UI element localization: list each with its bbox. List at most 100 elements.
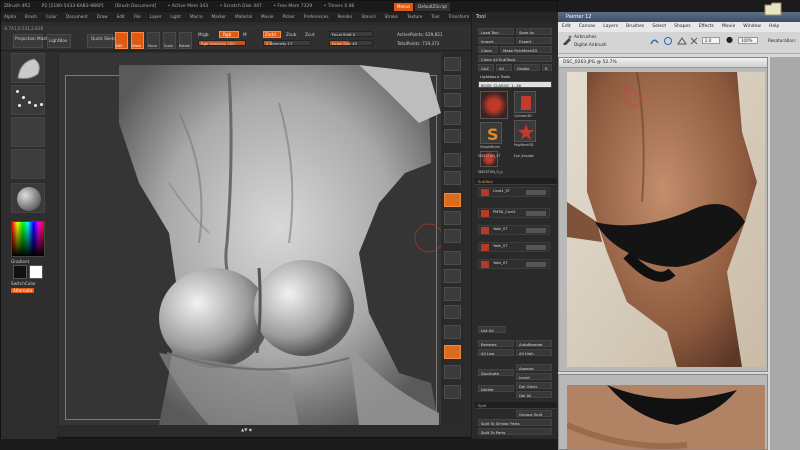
lightbox-tools-button[interactable]: Lightbox ▸ Tools [478,73,552,80]
menu-item-document[interactable]: Document [66,14,88,19]
persp-button[interactable] [444,153,461,167]
menu-item-movie[interactable]: Movie [261,14,273,19]
focal-shift-slider[interactable]: Focal Shift 0 [329,31,373,37]
menus-button[interactable]: Menus [394,3,414,11]
delete-button[interactable]: Delete [478,385,514,392]
subtool-row[interactable]: Yakk_ST [478,242,550,252]
del-other-button[interactable]: Del Other [516,382,552,389]
save-as-button[interactable]: Save As [516,28,552,35]
frame-button[interactable] [444,251,461,265]
subtool-row[interactable]: Yakk_ST [478,225,550,235]
menu-item-preferences[interactable]: Preferences [304,14,329,19]
painter-menu-item-edit[interactable]: Edit [562,24,571,29]
menu-item-material[interactable]: Material [235,14,252,19]
scale-view-button[interactable] [444,287,461,301]
import-button[interactable]: Import [478,37,514,44]
solo-button[interactable] [444,385,461,399]
menu-item-layer[interactable]: Layer [150,14,162,19]
clone-all-subtools-button[interactable]: Clone All SubTools [478,55,552,62]
load-tool-button[interactable]: Load Tool [478,28,514,35]
painter-menu-item-effects[interactable]: Effects [699,24,714,29]
ghost-button[interactable] [444,365,461,379]
autoreorder-button[interactable]: AutoReorder [516,340,552,347]
polyf-button[interactable] [444,325,461,339]
stroke-thumbnail[interactable] [11,85,45,115]
rgb-intensity-slider[interactable]: Rgb Intensity 100 [198,40,246,46]
tool-tile-simplebrush[interactable]: S [480,122,502,144]
all-low-button[interactable]: All Low [478,349,514,356]
subtool-section-header[interactable]: SubTool [475,178,557,185]
list-all-button[interactable]: List All [478,326,506,333]
menu-item-picker[interactable]: Picker [282,14,294,19]
menu-item-brush[interactable]: Brush [25,14,37,19]
local-button[interactable] [444,193,461,207]
transp-button[interactable] [444,345,461,359]
canvas-scroll-arrows[interactable]: ▲▼ ◆ [241,427,252,432]
del-all-button[interactable]: Del All [516,391,552,398]
reference-photo-2[interactable] [567,385,765,449]
xyz-button[interactable] [444,229,461,243]
menu-item-alpha[interactable]: Alpha [4,14,16,19]
tool-tile-polymesh[interactable] [514,120,536,142]
mrgb-toggle[interactable]: Mrgb [198,32,209,37]
subtool-row[interactable]: PM3D_Cord1 [478,208,550,218]
alternate-button[interactable]: Alternate [11,288,35,293]
aahalf-button[interactable] [444,129,461,143]
painter-menu-item-canvas[interactable]: Canvas [579,24,596,29]
menu-item-file[interactable]: File [134,14,141,19]
size-field[interactable]: 2.0 [702,37,720,44]
zbrush-canvas[interactable] [59,53,441,425]
brush-category-label[interactable]: Airbrushes [574,34,596,39]
visible-button[interactable]: Visible [514,64,540,71]
subtool-row[interactable]: Cord1_ST [478,187,550,197]
split-section-header[interactable]: Split [475,402,557,409]
switch-color-button[interactable]: SwitchColor [11,281,36,286]
zoom-button[interactable] [444,93,461,107]
actual-button[interactable] [444,111,461,125]
lsym-button[interactable] [444,211,461,225]
primary-color-swatch[interactable] [29,265,43,279]
menu-item-macro[interactable]: Macro [190,14,203,19]
make-polymesh-button[interactable]: Make PolyMesh3D [500,46,552,53]
goz-button[interactable]: GoZ [478,64,494,71]
zcut-toggle[interactable]: Zcut [305,32,314,37]
tool-tile-body[interactable] [480,91,508,119]
painter-menu-item-brushes[interactable]: Brushes [626,24,644,29]
brush-thumbnail[interactable] [11,53,45,83]
all-button[interactable]: All [496,64,512,71]
color-picker[interactable] [11,221,45,257]
folder-icon[interactable] [764,2,782,16]
painter-menu-item-window[interactable]: Window [743,24,761,29]
all-high-button[interactable]: All High [516,349,552,356]
split-similar-parts-button[interactable]: Split To Similar Parts [478,419,552,426]
menu-item-texture[interactable]: Texture [407,14,422,19]
export-button[interactable]: Export [516,37,552,44]
menu-item-draw[interactable]: Draw [97,14,108,19]
r-button[interactable]: R [542,64,552,71]
insert-button[interactable]: Insert [516,373,552,380]
painter-menu-item-shapes[interactable]: Shapes [674,24,690,29]
menu-item-render[interactable]: Render [338,14,353,19]
menu-item-transform[interactable]: Transform [448,14,469,19]
m-toggle[interactable]: M [243,32,247,37]
menu-item-light[interactable]: Light [170,14,180,19]
append-button[interactable]: Append [516,364,552,371]
painter-menu-item-movie[interactable]: Movie [722,24,735,29]
current-tool-slider[interactable]: BODY_CLASSIC_1. 46 [478,81,552,88]
painter-menu-item-help[interactable]: Help [769,24,779,29]
menu-item-marker[interactable]: Marker [212,14,226,19]
rename-button[interactable]: Rename [478,340,514,347]
menu-item-edit[interactable]: Edit [117,14,125,19]
painter-menu-item-layers[interactable]: Layers [603,24,618,29]
menu-item-color[interactable]: Color [46,14,57,19]
draw-size-slider[interactable]: Draw Size 45 [329,40,373,46]
alpha-thumbnail[interactable] [11,117,45,147]
split-to-parts-button[interactable]: Split To Parts [478,428,552,435]
scroll-button[interactable] [444,75,461,89]
clone-button[interactable]: Clone [478,46,498,53]
brush-variant-label[interactable]: Digital Airbrush [574,42,607,47]
move-view-button[interactable] [444,269,461,283]
menu-item-stencil[interactable]: Stencil [361,14,375,19]
material-thumbnail[interactable] [11,183,45,213]
menu-item-tool[interactable]: Tool [431,14,439,19]
